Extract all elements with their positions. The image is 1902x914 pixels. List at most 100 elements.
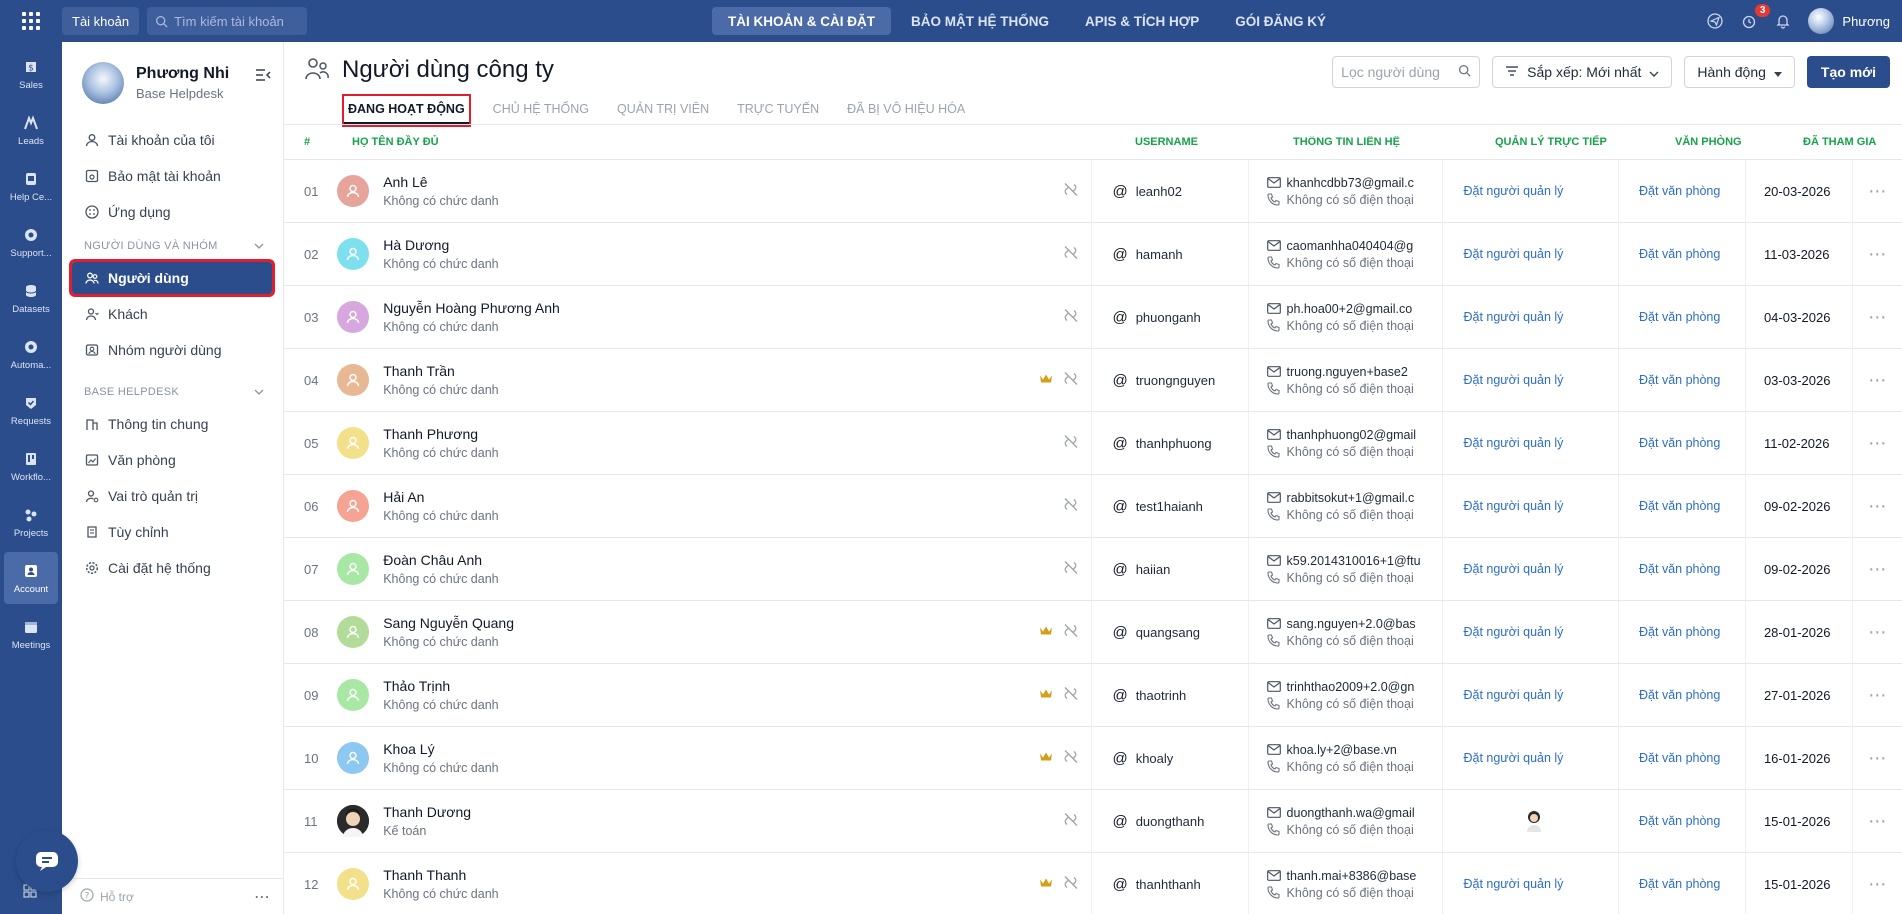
user-name-cell[interactable]: Anh Lê Không có chức danh xyxy=(331,160,1093,222)
rail-item-account[interactable]: Account xyxy=(4,552,58,604)
user-name-cell[interactable]: Đoàn Châu Anh Không có chức danh xyxy=(331,538,1093,600)
set-office-link[interactable]: Đặt văn phòng xyxy=(1639,184,1720,198)
user-name-cell[interactable]: Thanh Trần Không có chức danh xyxy=(331,349,1093,411)
user-full-name[interactable]: Nguyễn Hoàng Phương Anh xyxy=(383,300,560,316)
section-title-users[interactable]: NGƯỜI DÙNG VÀ NHÓM xyxy=(72,234,272,258)
unlink-icon[interactable] xyxy=(1063,308,1079,327)
set-manager-link[interactable]: Đặt người quản lý xyxy=(1463,373,1563,387)
menu-account-security[interactable]: Bảo mật tài khoản xyxy=(72,160,272,192)
rail-item-sales[interactable]: $ Sales xyxy=(4,48,58,100)
table-row[interactable]: 05 Thanh Phương Không có chức danh @ tha… xyxy=(284,412,1902,475)
set-manager-link[interactable]: Đặt người quản lý xyxy=(1463,247,1563,261)
unlink-icon[interactable] xyxy=(1063,182,1079,201)
rail-item-requests[interactable]: Requests xyxy=(4,384,58,436)
filter-users[interactable] xyxy=(1332,56,1481,88)
account-scope-button[interactable]: Tài khoản xyxy=(62,7,140,35)
set-office-link[interactable]: Đặt văn phòng xyxy=(1639,688,1720,702)
manager-avatar[interactable] xyxy=(1523,808,1545,835)
row-more-button[interactable]: ⋯ xyxy=(1853,685,1902,706)
user-email[interactable]: ph.hoa00+2@gmail.co xyxy=(1287,302,1413,316)
row-more-button[interactable]: ⋯ xyxy=(1853,307,1902,328)
actions-dropdown[interactable]: Hành động xyxy=(1684,56,1795,88)
rail-item-meetings[interactable]: Meetings xyxy=(4,608,58,660)
set-office-link[interactable]: Đặt văn phòng xyxy=(1639,436,1720,450)
nav-subscription[interactable]: GÓI ĐĂNG KÝ xyxy=(1219,7,1342,35)
table-row[interactable]: 11 Thanh Dương Kế toán @ duongthanh duon… xyxy=(284,790,1902,853)
user-email[interactable]: thanh.mai+8386@base xyxy=(1287,869,1417,883)
user-email[interactable]: k59.2014310016+1@ftu xyxy=(1287,554,1421,568)
set-office-link[interactable]: Đặt văn phòng xyxy=(1639,814,1720,828)
collapse-sidebar-icon[interactable] xyxy=(255,68,271,85)
row-more-button[interactable]: ⋯ xyxy=(1853,874,1902,895)
unlink-icon[interactable] xyxy=(1063,686,1079,705)
unlink-icon[interactable] xyxy=(1063,560,1079,579)
nav-apis-integrations[interactable]: APIS & TÍCH HỢP xyxy=(1069,7,1215,35)
bell-icon[interactable] xyxy=(1774,12,1792,30)
rail-item-datasets[interactable]: Datasets xyxy=(4,272,58,324)
user-email[interactable]: truong.nguyen+base2 xyxy=(1287,365,1408,379)
user-name-cell[interactable]: Nguyễn Hoàng Phương Anh Không có chức da… xyxy=(331,286,1093,348)
table-row[interactable]: 07 Đoàn Châu Anh Không có chức danh @ ha… xyxy=(284,538,1902,601)
user-menu[interactable]: Phương xyxy=(1808,8,1890,34)
rail-item-automation[interactable]: Automa... xyxy=(4,328,58,380)
tab-active[interactable]: ĐANG HOẠT ĐỘNG xyxy=(342,94,471,127)
user-full-name[interactable]: Khoa Lý xyxy=(383,741,498,757)
table-row[interactable]: 02 Hà Dương Không có chức danh @ hamanh xyxy=(284,223,1902,286)
user-full-name[interactable]: Hải An xyxy=(383,489,498,505)
row-more-button[interactable]: ⋯ xyxy=(1853,244,1902,265)
account-search-input[interactable] xyxy=(174,13,295,29)
set-office-link[interactable]: Đặt văn phòng xyxy=(1639,499,1720,513)
row-more-button[interactable]: ⋯ xyxy=(1853,433,1902,454)
set-manager-link[interactable]: Đặt người quản lý xyxy=(1463,877,1563,891)
set-office-link[interactable]: Đặt văn phòng xyxy=(1639,562,1720,576)
chat-support-button[interactable] xyxy=(16,830,78,892)
user-full-name[interactable]: Đoàn Châu Anh xyxy=(383,552,498,568)
nav-account-settings[interactable]: TÀI KHOẢN & CÀI ĐẶT xyxy=(712,7,891,35)
user-name-cell[interactable]: Hà Dương Không có chức danh xyxy=(331,223,1093,285)
create-user-button[interactable]: Tạo mới xyxy=(1806,56,1890,88)
user-name-cell[interactable]: Thảo Trịnh Không có chức danh xyxy=(331,664,1093,726)
user-full-name[interactable]: Hà Dương xyxy=(383,237,498,253)
unlink-icon[interactable] xyxy=(1063,749,1079,768)
set-manager-link[interactable]: Đặt người quản lý xyxy=(1463,751,1563,765)
send-icon[interactable] xyxy=(1706,12,1724,30)
menu-guests[interactable]: Khách xyxy=(72,298,272,330)
user-full-name[interactable]: Thanh Trần xyxy=(383,363,498,379)
row-more-button[interactable]: ⋯ xyxy=(1853,811,1902,832)
menu-applications[interactable]: Ứng dụng xyxy=(72,196,272,228)
row-more-button[interactable]: ⋯ xyxy=(1853,181,1902,202)
unlink-icon[interactable] xyxy=(1063,497,1079,516)
table-row[interactable]: 03 Nguyễn Hoàng Phương Anh Không có chức… xyxy=(284,286,1902,349)
menu-customize[interactable]: Tùy chỉnh xyxy=(72,516,272,548)
user-name-cell[interactable]: Thanh Dương Kế toán xyxy=(331,790,1093,852)
rail-item-leads[interactable]: Leads xyxy=(4,104,58,156)
table-row[interactable]: 08 Sang Nguyễn Quang Không có chức danh … xyxy=(284,601,1902,664)
set-manager-link[interactable]: Đặt người quản lý xyxy=(1463,688,1563,702)
set-manager-link[interactable]: Đặt người quản lý xyxy=(1463,499,1563,513)
unlink-icon[interactable] xyxy=(1063,875,1079,894)
menu-users[interactable]: Người dùng xyxy=(69,259,275,297)
tab-disabled[interactable]: ĐÃ BỊ VÔ HIỆU HÓA xyxy=(843,96,969,125)
unlink-icon[interactable] xyxy=(1063,434,1079,453)
row-more-button[interactable]: ⋯ xyxy=(1853,622,1902,643)
unlink-icon[interactable] xyxy=(1063,245,1079,264)
user-email[interactable]: trinhthao2009+2.0@gn xyxy=(1287,680,1415,694)
table-row[interactable]: 10 Khoa Lý Không có chức danh @ khoaly k… xyxy=(284,727,1902,790)
table-row[interactable]: 09 Thảo Trịnh Không có chức danh @ thaot… xyxy=(284,664,1902,727)
menu-user-groups[interactable]: Nhóm người dùng xyxy=(72,334,272,366)
user-email[interactable]: rabbitsokut+1@gmail.c xyxy=(1287,491,1415,505)
menu-system-settings[interactable]: Cài đặt hệ thống xyxy=(72,552,272,584)
rail-item-support[interactable]: Support... xyxy=(4,216,58,268)
table-row[interactable]: 01 Anh Lê Không có chức danh @ leanh02 k… xyxy=(284,160,1902,223)
menu-general-info[interactable]: Thông tin chung xyxy=(72,408,272,440)
sort-dropdown[interactable]: Sắp xếp: Mới nhất xyxy=(1492,56,1673,88)
user-full-name[interactable]: Sang Nguyễn Quang xyxy=(383,615,514,631)
row-more-button[interactable]: ⋯ xyxy=(1853,370,1902,391)
set-manager-link[interactable]: Đặt người quản lý xyxy=(1463,436,1563,450)
user-full-name[interactable]: Thanh Dương xyxy=(383,804,471,820)
table-row[interactable]: 04 Thanh Trần Không có chức danh @ truon… xyxy=(284,349,1902,412)
user-full-name[interactable]: Thanh Phương xyxy=(383,426,498,442)
rail-item-workflow[interactable]: Workflo... xyxy=(4,440,58,492)
tab-admins[interactable]: QUẢN TRỊ VIÊN xyxy=(613,96,713,125)
help-footer[interactable]: ? Hỗ trợ ⋯ xyxy=(62,878,284,914)
